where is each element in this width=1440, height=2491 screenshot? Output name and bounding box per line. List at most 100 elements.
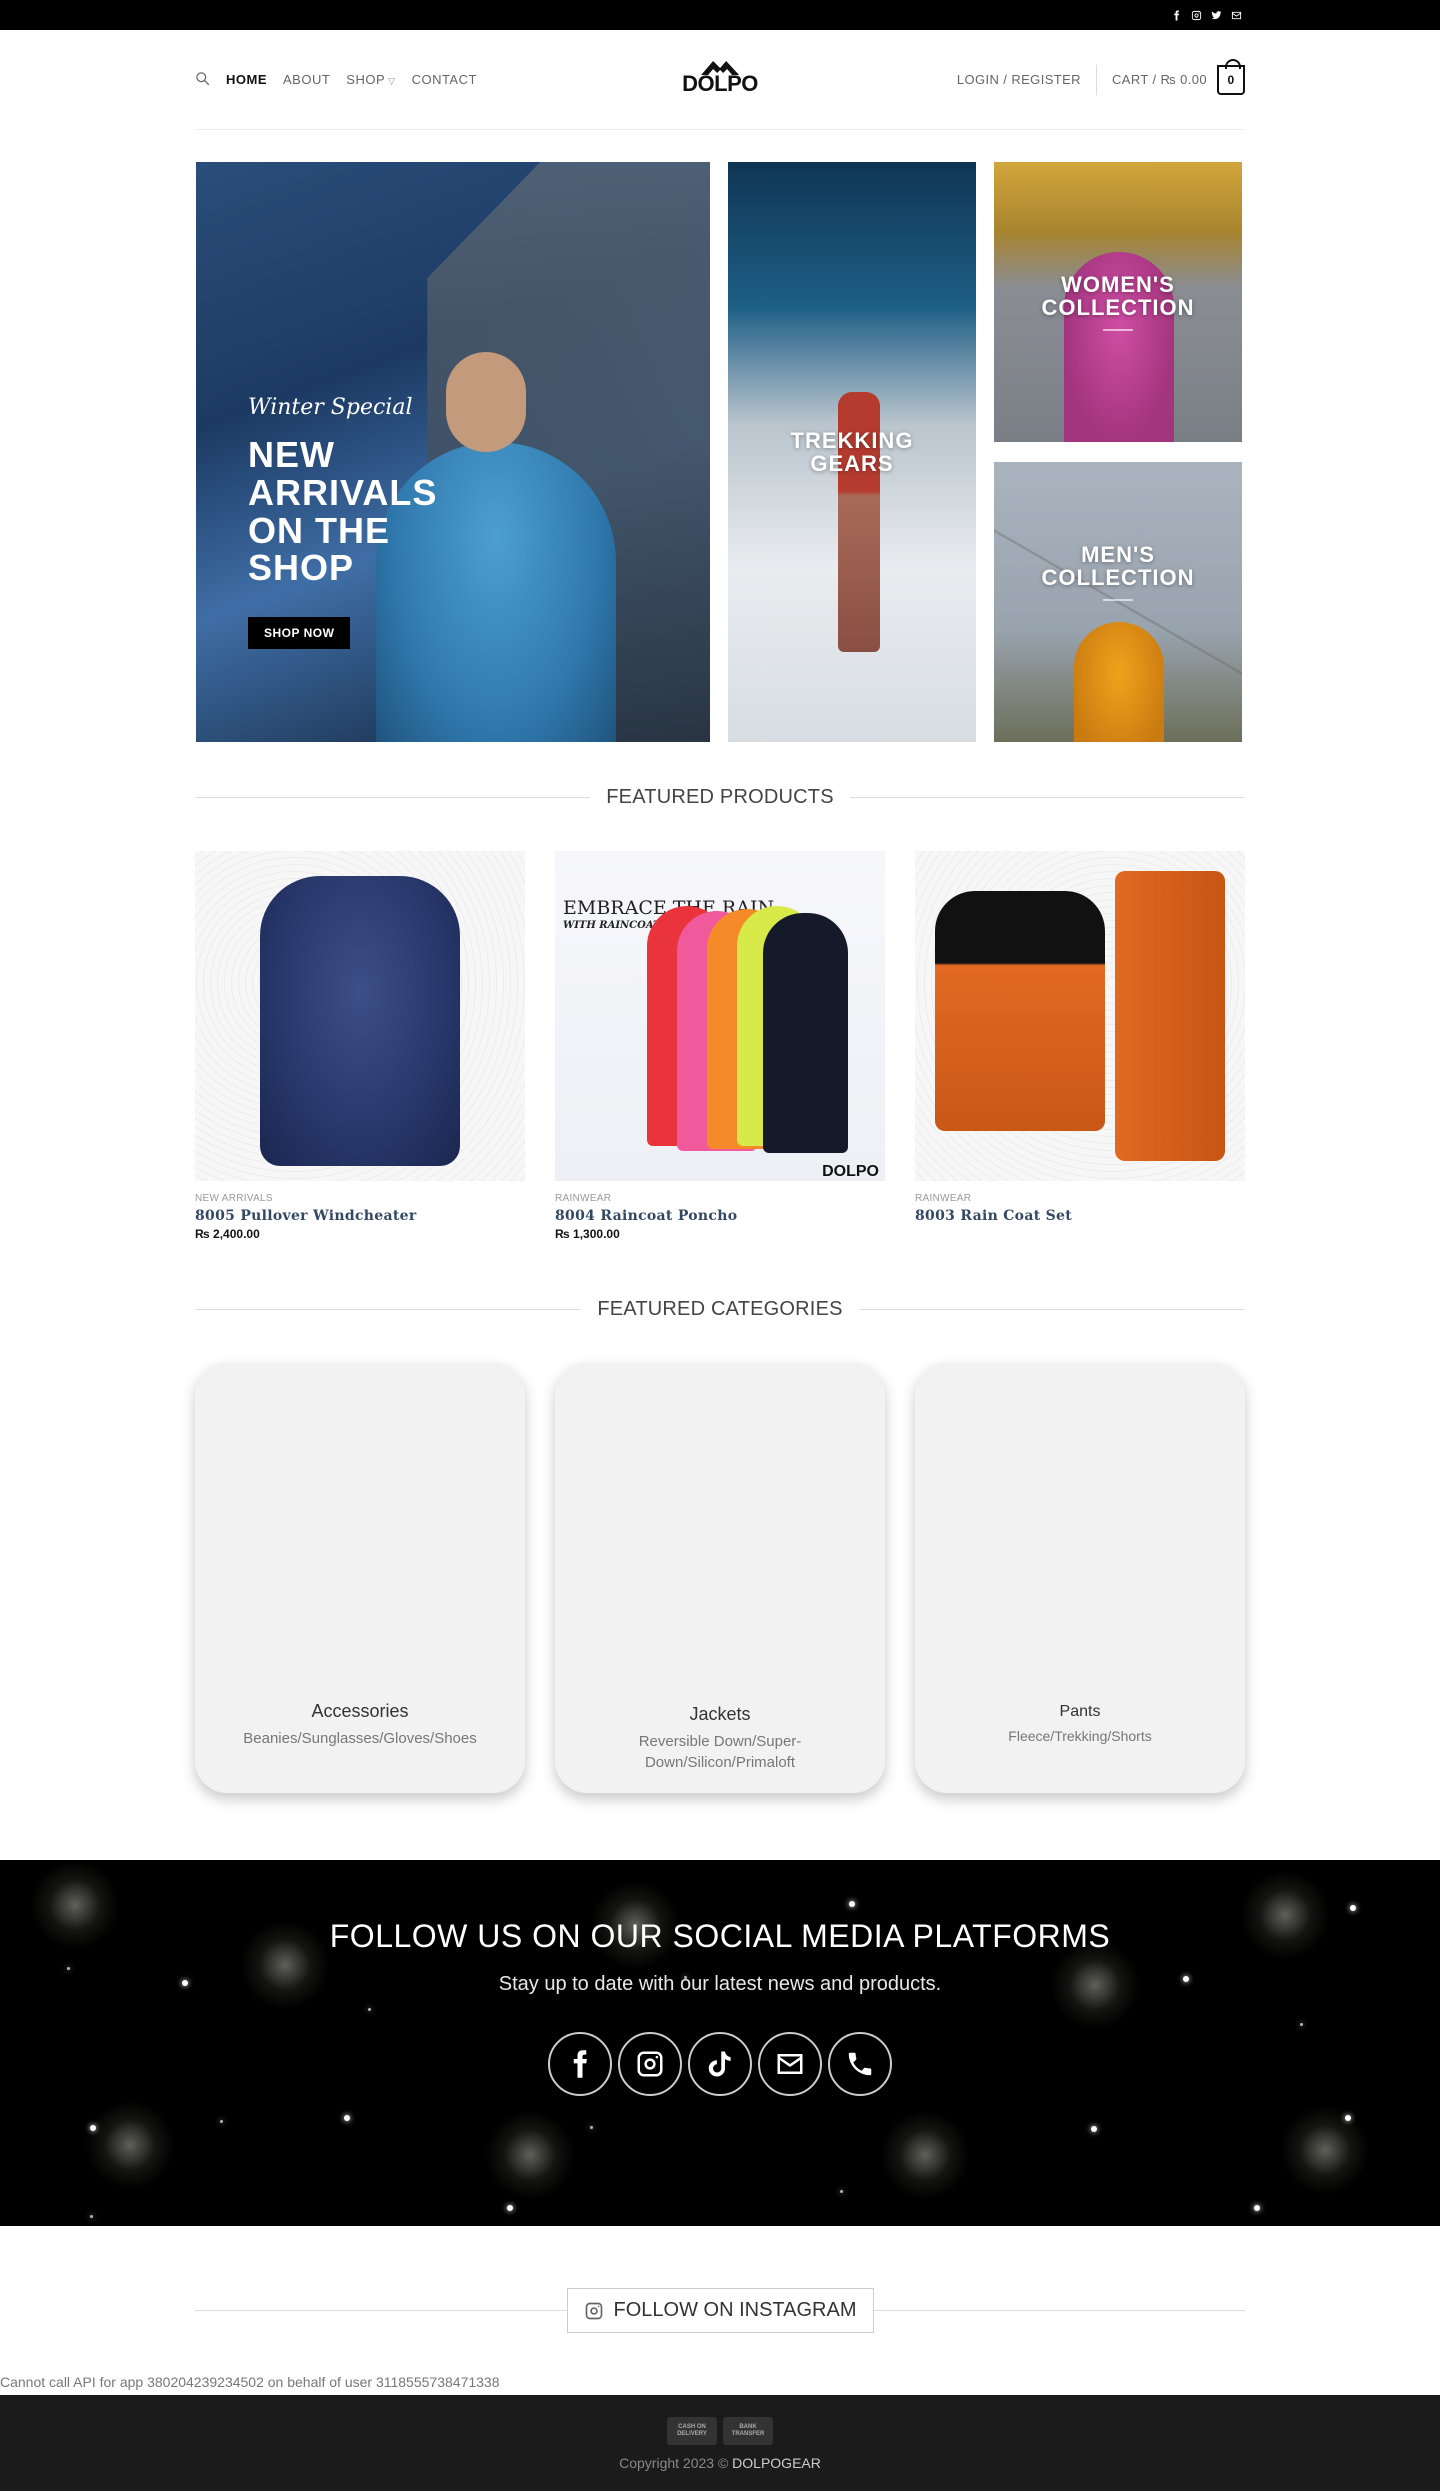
background-sparkle (507, 2205, 513, 2211)
product-name[interactable]: 8004 Raincoat Poncho (555, 1208, 885, 1224)
product-card[interactable]: NEW ARRIVALS 8005 Pullover Windcheater ₨… (195, 851, 525, 1241)
instagram-icon (585, 2302, 602, 2319)
product-card[interactable]: RAINWEAR 8003 Rain Coat Set (915, 851, 1245, 1241)
logo-text: DOLPO (682, 71, 758, 96)
background-glow (85, 2100, 175, 2190)
background-sparkle (90, 2215, 93, 2218)
tiktok-icon[interactable] (688, 2032, 752, 2096)
product-grid: NEW ARRIVALS 8005 Pullover Windcheater ₨… (195, 851, 1245, 1241)
facebook-icon[interactable] (548, 2032, 612, 2096)
hero-banner-grid: Winter Special NEW ARRIVALS ON THE SHOP … (196, 162, 1242, 742)
envelope-icon[interactable] (758, 2032, 822, 2096)
background-sparkle (90, 2125, 96, 2131)
divider (195, 797, 591, 798)
social-icon-row (0, 2032, 1440, 2096)
hero-heading-line: ON THE (248, 509, 391, 551)
trekking-gears-banner[interactable]: TREKKING GEARS (728, 162, 976, 742)
hero-heading-line: SHOP (248, 547, 355, 589)
banner-caption: TREKKING GEARS (791, 429, 914, 475)
banner-title-line: GEARS (810, 451, 894, 476)
category-description: Fleece/Trekking/Shorts (1008, 1728, 1152, 1745)
banner-title-line: MEN'S (1081, 541, 1155, 567)
rain-pants-image (1115, 871, 1225, 1161)
nav-contact[interactable]: CONTACT (412, 72, 477, 87)
womens-collection-banner[interactable]: WOMEN'S COLLECTION (994, 162, 1242, 442)
nav-shop-label: SHOP (346, 72, 386, 87)
hero-heading: NEW ARRIVALS ON THE SHOP (248, 436, 437, 587)
nav-home[interactable]: HOME (226, 72, 267, 87)
hero-content: Winter Special NEW ARRIVALS ON THE SHOP … (248, 394, 437, 650)
top-bar (0, 0, 1440, 30)
category-description: Reversible Down/Super-Down/Silicon/Prima… (638, 1733, 802, 1771)
bank-transfer-icon: BANK TRANSFER (723, 2417, 773, 2445)
instagram-icon[interactable] (1190, 9, 1202, 21)
banner-caption: MEN'S COLLECTION (1041, 541, 1195, 602)
divider (195, 1309, 582, 1310)
cash-on-delivery-icon: CASH ON DELIVERY (667, 2417, 717, 2445)
instagram-icon[interactable] (618, 2032, 682, 2096)
login-register-link[interactable]: LOGIN / REGISTER (957, 72, 1081, 87)
background-sparkle (1254, 2205, 1260, 2211)
category-card-accessories[interactable]: Accessories Beanies/Sunglasses/Gloves/Sh… (195, 1363, 525, 1793)
cart-count-badge[interactable]: 0 (1217, 58, 1245, 95)
banner-underline (1103, 599, 1133, 602)
category-name: Jackets (689, 1704, 751, 1724)
background-glow (1280, 2105, 1370, 2195)
rain-jacket-image (935, 891, 1105, 1131)
banner-title-line: COLLECTION (1041, 565, 1195, 590)
image-logo-text: DOLPO (822, 1163, 879, 1180)
category-description: Beanies/Sunglasses/Gloves/Shoes (243, 1730, 477, 1747)
category-card-jackets[interactable]: Jackets Reversible Down/Super-Down/Silic… (555, 1363, 885, 1793)
mens-collection-banner[interactable]: MEN'S COLLECTION (994, 462, 1242, 742)
background-sparkle (590, 2126, 593, 2129)
banner-title-line: WOMEN'S (1061, 271, 1175, 297)
nav-about[interactable]: ABOUT (283, 72, 330, 87)
featured-products-heading: FEATURED PRODUCTS (195, 786, 1246, 809)
product-name[interactable]: 8005 Pullover Windcheater (195, 1208, 525, 1224)
background-sparkle (849, 1901, 855, 1907)
banner-title: WOMEN'S COLLECTION (1042, 273, 1195, 319)
site-footer: CASH ON DELIVERY BANK TRANSFER Copyright… (0, 2395, 1440, 2491)
product-image[interactable] (195, 851, 525, 1181)
site-header: HOME ABOUT SHOP ▽ CONTACT DOLPO LOGIN / R… (195, 30, 1245, 130)
divider (849, 797, 1246, 798)
search-icon[interactable] (195, 71, 210, 89)
follow-instagram-button[interactable]: FOLLOW ON INSTAGRAM (566, 2288, 874, 2333)
banner-title: TREKKING GEARS (791, 429, 914, 475)
section-title: FEATURED PRODUCTS (606, 786, 834, 808)
divider (873, 2310, 1246, 2311)
banner-title-line: COLLECTION (1041, 295, 1195, 320)
background-sparkle (840, 2190, 843, 2193)
product-category: RAINWEAR (915, 1193, 972, 1204)
product-name[interactable]: 8003 Rain Coat Set (915, 1208, 1245, 1224)
payment-methods: CASH ON DELIVERY BANK TRANSFER (0, 2395, 1440, 2445)
envelope-icon[interactable] (1230, 9, 1242, 21)
background-sparkle (344, 2115, 350, 2121)
product-price: ₨ 1,300.00 (555, 1227, 620, 1241)
background-glow (485, 2110, 575, 2200)
instagram-follow-section: FOLLOW ON INSTAGRAM (195, 2288, 1246, 2333)
account-nav: LOGIN / REGISTER CART / ₨ 0.00 0 (957, 58, 1245, 95)
banner-title-line: TREKKING (790, 427, 914, 453)
divider (858, 1309, 1245, 1310)
phone-icon[interactable] (828, 2032, 892, 2096)
social-heading: FOLLOW US ON OUR SOCIAL MEDIA PLATFORMS (329, 1918, 1111, 1954)
poncho-navy-image (763, 913, 848, 1153)
twitter-icon[interactable] (1210, 9, 1222, 21)
product-price: ₨ 2,400.00 (195, 1227, 260, 1241)
hero-main-banner[interactable]: Winter Special NEW ARRIVALS ON THE SHOP … (196, 162, 710, 742)
nav-shop[interactable]: SHOP ▽ (346, 72, 395, 87)
background-sparkle (1345, 2115, 1351, 2121)
category-grid: Accessories Beanies/Sunglasses/Gloves/Sh… (195, 1363, 1245, 1793)
hero-script-text: Winter Special (248, 394, 413, 420)
product-image[interactable] (915, 851, 1245, 1181)
shop-now-button[interactable]: SHOP NOW (248, 617, 351, 650)
product-card[interactable]: EMBRACE THE RAIN WITH RAINCOAT (PONCHO) D… (555, 851, 885, 1241)
site-logo[interactable]: DOLPO (682, 58, 758, 95)
product-image[interactable]: EMBRACE THE RAIN WITH RAINCOAT (PONCHO) D… (555, 851, 885, 1181)
cart-link[interactable]: CART / ₨ 0.00 (1112, 72, 1207, 87)
section-title: FEATURED CATEGORIES (597, 1298, 843, 1320)
category-card-pants[interactable]: Pants Fleece/Trekking/Shorts (915, 1363, 1245, 1793)
facebook-icon[interactable] (1170, 9, 1182, 21)
footer-brand-link[interactable]: DOLPOGEAR (732, 2455, 821, 2471)
